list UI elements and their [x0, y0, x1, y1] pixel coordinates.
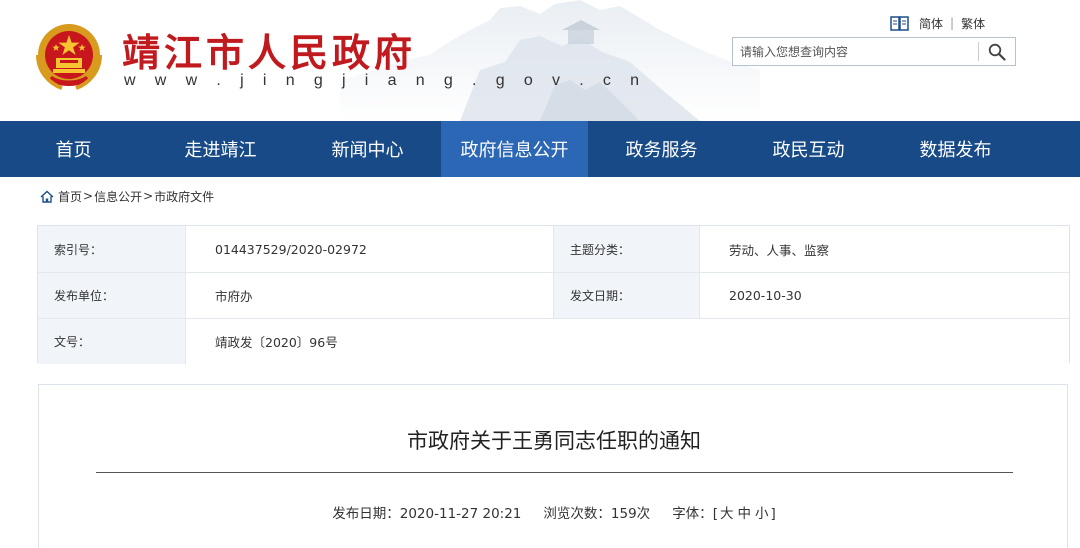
font-size-bracket-open: [ — [712, 506, 718, 522]
nav-item-public-interaction[interactable]: 政民互动 — [735, 121, 882, 177]
search-icon — [988, 43, 1006, 61]
home-icon — [40, 190, 54, 203]
info-row: 索引号： 014437529/2020-02972 主题分类： 劳动、人事、监察 — [38, 226, 1069, 272]
breadcrumb: 首页 > 信息公开 > 市政府文件 — [40, 187, 214, 205]
breadcrumb-separator: > — [143, 189, 154, 203]
nav-item-news-center[interactable]: 新闻中心 — [294, 121, 441, 177]
nav-item-about-jingjiang[interactable]: 走进靖江 — [147, 121, 294, 177]
font-size-control: 字体：[大中小] — [672, 502, 776, 522]
font-size-label: 字体： — [672, 506, 713, 522]
publisher-value: 市府办 — [186, 273, 554, 318]
index-number-value: 014437529/2020-02972 — [186, 226, 554, 272]
topic-category-value: 劳动、人事、监察 — [700, 226, 1069, 272]
search-box — [732, 37, 1016, 66]
font-size-medium-button[interactable]: 中 — [737, 506, 751, 522]
breadcrumb-info-disclosure[interactable]: 信息公开 — [94, 188, 142, 205]
font-size-bracket-close: ] — [770, 506, 776, 522]
search-input[interactable] — [733, 38, 979, 65]
breadcrumb-city-gov-documents[interactable]: 市政府文件 — [154, 188, 214, 205]
language-separator: | — [950, 16, 955, 30]
traditional-chinese-link[interactable]: 繁体 — [961, 15, 985, 32]
view-count: 浏览次数：159次 — [543, 506, 651, 522]
main-navigation: 首页 走进靖江 新闻中心 政府信息公开 政务服务 政民互动 数据发布 — [0, 121, 1080, 177]
simplified-chinese-link[interactable]: 简体 — [919, 15, 943, 32]
issue-date-value: 2020-10-30 — [700, 273, 1069, 318]
breadcrumb-home[interactable]: 首页 — [58, 188, 82, 205]
issue-date-label: 发文日期： — [554, 273, 700, 318]
publisher-label: 发布单位： — [38, 273, 186, 318]
nav-item-gov-info-disclosure[interactable]: 政府信息公开 — [441, 121, 588, 177]
font-size-large-button[interactable]: 大 — [720, 506, 734, 522]
document-number-value: 靖政发〔2020〕96号 — [186, 319, 1069, 364]
breadcrumb-separator: > — [83, 189, 94, 203]
book-icon — [890, 15, 909, 31]
article-panel: 市政府关于王勇同志任职的通知 发布日期：2020-11-27 20:21 浏览次… — [38, 384, 1068, 548]
publish-date: 发布日期：2020-11-27 20:21 — [332, 506, 522, 522]
site-header: 靖江市人民政府 w w w . j i n g j i a n g . g o … — [0, 0, 1080, 121]
nav-item-data-release[interactable]: 数据发布 — [882, 121, 1029, 177]
nav-item-gov-services[interactable]: 政务服务 — [588, 121, 735, 177]
document-number-label: 文号： — [38, 319, 186, 364]
search-button[interactable] — [979, 38, 1015, 65]
document-info-table: 索引号： 014437529/2020-02972 主题分类： 劳动、人事、监察… — [37, 225, 1070, 364]
national-emblem-icon — [36, 24, 102, 90]
article-meta: 发布日期：2020-11-27 20:21 浏览次数：159次 字体：[大中小] — [39, 502, 1069, 522]
article-title: 市政府关于王勇同志任职的通知 — [407, 429, 701, 453]
language-switcher: 简体 | 繁体 — [890, 13, 985, 33]
nav-item-home[interactable]: 首页 — [0, 121, 147, 177]
font-size-small-button[interactable]: 小 — [755, 506, 769, 522]
info-row: 文号： 靖政发〔2020〕96号 — [38, 318, 1069, 364]
site-title: 靖江市人民政府 — [122, 30, 417, 75]
title-divider — [96, 472, 1013, 473]
site-url: w w w . j i n g j i a n g . g o v . c n — [124, 72, 647, 89]
index-number-label: 索引号： — [38, 226, 186, 272]
topic-category-label: 主题分类： — [554, 226, 700, 272]
info-row: 发布单位： 市府办 发文日期： 2020-10-30 — [38, 272, 1069, 318]
